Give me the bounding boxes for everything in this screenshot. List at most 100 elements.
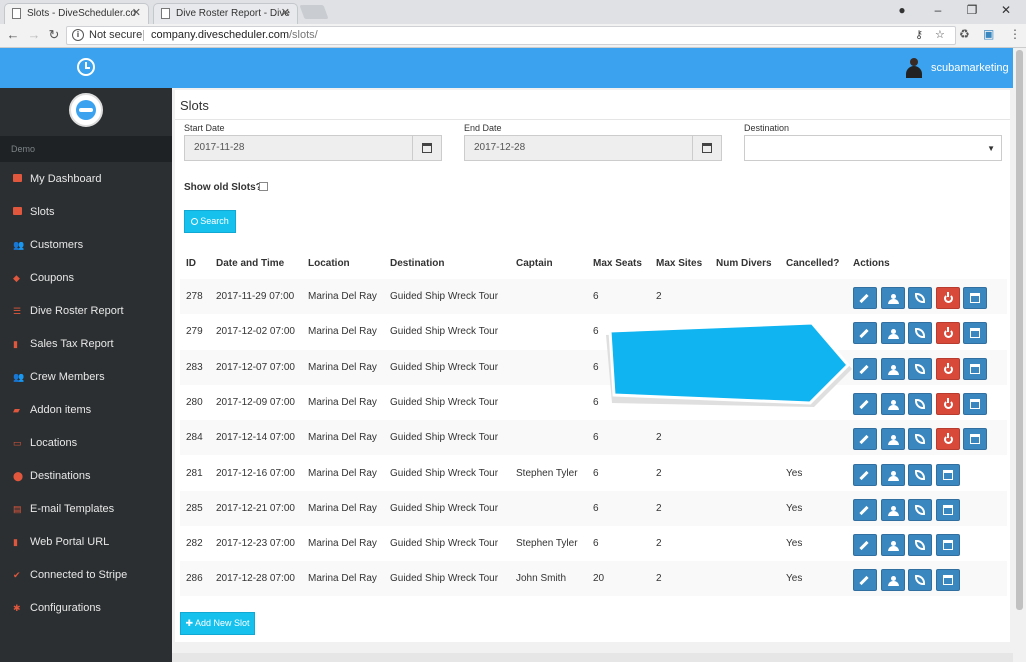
addons-button[interactable] [908, 498, 932, 521]
new-tab-button[interactable] [299, 5, 329, 19]
url-field[interactable]: i Not secure company.divescheduler.com/s… [66, 26, 956, 45]
close-tab-icon[interactable]: ✕ [281, 4, 290, 23]
sidebar-item-coupons[interactable]: ◆ Coupons [0, 264, 172, 292]
browser-tab-slots[interactable]: Slots - DiveScheduler.co ✕ [4, 3, 149, 24]
addons-button[interactable] [908, 534, 932, 557]
addons-button[interactable] [908, 322, 932, 345]
calendar-button[interactable] [963, 287, 987, 309]
column-header[interactable]: Cancelled? [786, 258, 839, 269]
sidebar-item-slots[interactable]: Slots [0, 198, 172, 226]
sidebar-item-dive-roster-report[interactable]: ☰ Dive Roster Report [0, 297, 172, 325]
clock-logo-icon[interactable] [77, 58, 95, 76]
close-window-button[interactable]: ✕ [989, 0, 1023, 22]
page-scrollbar[interactable] [1013, 48, 1026, 662]
edit-button[interactable] [853, 322, 877, 345]
sidebar-item-customers[interactable]: 👥 Customers [0, 231, 172, 259]
calendar-button[interactable] [963, 428, 987, 451]
cancel-slot-button[interactable] [935, 322, 960, 345]
addons-button[interactable] [908, 569, 932, 592]
column-header[interactable]: Max Sites [656, 258, 702, 269]
sidebar-item-addon-items[interactable]: ▰ Addon items [0, 396, 172, 424]
extension-icon[interactable]: ▣ [983, 27, 994, 41]
edit-button[interactable] [853, 392, 877, 415]
edit-button[interactable] [853, 428, 877, 451]
column-header[interactable]: ID [186, 258, 196, 269]
crew-button[interactable] [880, 392, 905, 415]
crew-button[interactable] [880, 322, 905, 345]
addons-button[interactable] [908, 428, 932, 451]
edit-button[interactable] [853, 463, 877, 486]
recycle-extension-icon[interactable]: ♻ [959, 27, 970, 41]
end-date-field[interactable]: 2017-12-28 [464, 135, 722, 161]
calendar-icon [942, 575, 953, 586]
edit-button[interactable] [853, 287, 877, 309]
addons-button[interactable] [908, 287, 932, 309]
reload-button[interactable]: ↻ [45, 26, 63, 44]
column-header[interactable]: Num Divers [716, 258, 772, 269]
back-button[interactable]: ← [4, 26, 22, 44]
calendar-button[interactable] [935, 569, 960, 592]
crew-button[interactable] [880, 498, 905, 521]
cancel-slot-button[interactable] [935, 357, 960, 380]
pencil-icon [859, 329, 869, 339]
star-icon[interactable]: ☆ [935, 27, 945, 44]
edit-button[interactable] [853, 498, 877, 521]
company-logo[interactable] [69, 93, 103, 127]
calendar-button[interactable] [935, 463, 960, 486]
sidebar-item-connected-to-stripe[interactable]: ✔ Connected to Stripe [0, 561, 172, 589]
avatar[interactable] [906, 58, 922, 78]
sidebar-item-configurations[interactable]: ✱ Configurations [0, 594, 172, 622]
calendar-button[interactable] [963, 357, 987, 380]
forward-button[interactable]: → [25, 26, 43, 44]
add-new-slot-button[interactable]: ✚ Add New Slot [180, 612, 255, 635]
sidebar-item-web-portal-url[interactable]: ▮ Web Portal URL [0, 528, 172, 556]
sidebar-item-crew-members[interactable]: 👥 Crew Members [0, 363, 172, 391]
column-header[interactable]: Actions [853, 258, 890, 269]
sidebar-item-sales-tax-report[interactable]: ▮ Sales Tax Report [0, 330, 172, 358]
crew-button[interactable] [880, 287, 905, 309]
cancel-slot-button[interactable] [935, 428, 960, 451]
sidebar-item-locations[interactable]: ▭ Locations [0, 429, 172, 457]
edit-button[interactable] [853, 569, 877, 592]
column-header[interactable]: Destination [390, 258, 444, 269]
sidebar-item-my-dashboard[interactable]: My Dashboard [0, 165, 172, 193]
menu-icon[interactable]: ⋮ [1009, 27, 1021, 41]
sidebar-item-e-mail-templates[interactable]: ▤ E-mail Templates [0, 495, 172, 523]
calendar-button[interactable] [935, 534, 960, 557]
close-tab-icon[interactable]: ✕ [132, 4, 141, 23]
scrollbar-thumb[interactable] [1016, 50, 1023, 610]
column-header[interactable]: Captain [516, 258, 553, 269]
column-header[interactable]: Max Seats [593, 258, 642, 269]
crew-button[interactable] [880, 428, 905, 451]
crew-button[interactable] [880, 569, 905, 592]
column-header[interactable]: Location [308, 258, 350, 269]
destination-select[interactable]: ▼ [744, 135, 1002, 161]
addons-button[interactable] [908, 357, 932, 380]
cancel-slot-button[interactable] [935, 287, 960, 309]
crew-button[interactable] [880, 357, 905, 380]
key-icon[interactable]: ⚷ [915, 27, 923, 44]
edit-button[interactable] [853, 357, 877, 380]
start-date-calendar-button[interactable] [412, 136, 441, 160]
start-date-field[interactable]: 2017-11-28 [184, 135, 442, 161]
calendar-button[interactable] [963, 322, 987, 345]
addons-button[interactable] [908, 463, 932, 486]
crew-button[interactable] [880, 534, 905, 557]
column-header[interactable]: Date and Time [216, 258, 284, 269]
crew-button[interactable] [880, 463, 905, 486]
browser-tab-roster[interactable]: Dive Roster Report - Dive ✕ [153, 3, 298, 24]
show-old-slots-checkbox[interactable] [259, 182, 268, 191]
profile-icon[interactable]: ● [885, 0, 919, 22]
end-date-calendar-button[interactable] [692, 136, 721, 160]
calendar-button[interactable] [935, 498, 960, 521]
minimize-button[interactable]: – [921, 0, 955, 22]
search-button[interactable]: Search [184, 210, 236, 233]
info-icon[interactable]: i [72, 29, 84, 41]
calendar-button[interactable] [963, 392, 987, 415]
edit-button[interactable] [853, 534, 877, 557]
addons-button[interactable] [908, 392, 932, 415]
username[interactable]: scubamarketing [931, 62, 1009, 74]
sidebar-item-destinations[interactable]: ⬤ Destinations [0, 462, 172, 490]
maximize-button[interactable]: ❐ [955, 0, 989, 22]
cancel-slot-button[interactable] [935, 392, 960, 415]
